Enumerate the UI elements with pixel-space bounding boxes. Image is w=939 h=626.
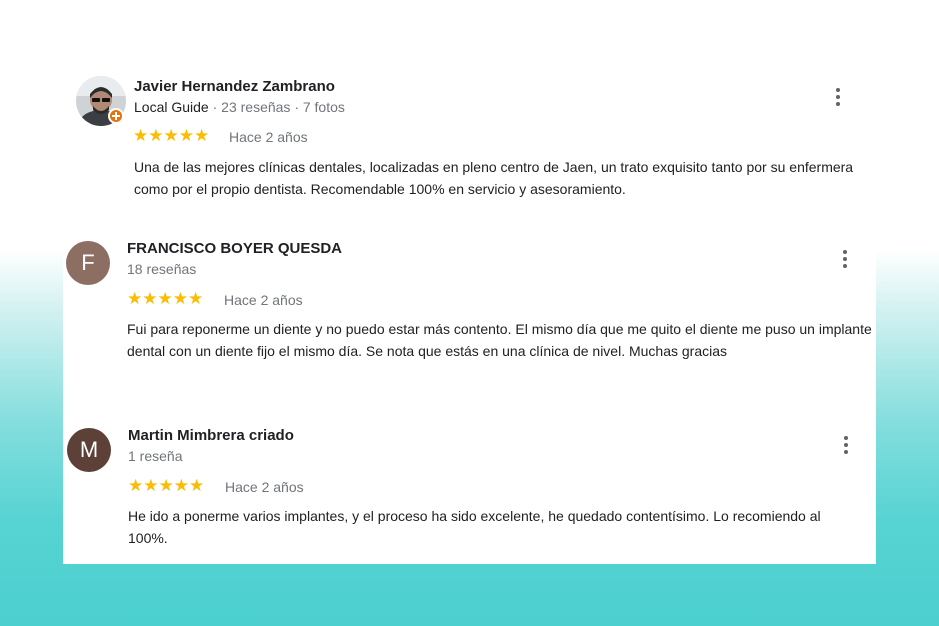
reviews-card: Javier Hernandez Zambrano Local Guide · … [63,68,876,564]
review-date: Hace 2 años [224,292,303,308]
local-guide-label: Local Guide [134,99,209,115]
review-date: Hace 2 años [225,479,304,495]
reviewer-name[interactable]: Javier Hernandez Zambrano [134,78,335,95]
reviewer-name[interactable]: FRANCISCO BOYER QUESDA [127,240,342,257]
more-options-button[interactable] [839,250,851,270]
star-rating: ★★★★★ [128,476,205,495]
review-text: Fui para reponerme un diente y no puedo … [127,321,872,359]
review-counts: · 23 reseñas · 7 fotos [208,99,345,115]
review-counts: 18 reseñas [127,261,197,277]
more-options-button[interactable] [840,436,852,456]
reviewer-name[interactable]: Martin Mimbrera criado [128,427,294,444]
review-item: Javier Hernandez Zambrano Local Guide · … [63,68,876,208]
more-options-button[interactable] [832,88,844,108]
star-rating: ★★★★★ [127,289,204,308]
review-text: Una de las mejores clínicas dentales, lo… [134,159,854,197]
review-text: He ido a ponerme varios implantes, y el … [128,508,821,546]
avatar[interactable]: M [67,428,111,472]
star-rating: ★★★★★ [133,126,210,145]
reviewer-meta: Local Guide · 23 reseñas · 7 fotos [134,99,345,115]
avatar[interactable]: F [66,241,110,285]
review-item: M Martin Mimbrera criado 1 reseña ★★★★★ … [63,422,876,552]
review-counts: 1 reseña [128,448,183,464]
review-item: F FRANCISCO BOYER QUESDA 18 reseñas ★★★★… [63,234,876,394]
review-date: Hace 2 años [229,129,308,145]
local-guide-badge-icon [108,108,124,124]
